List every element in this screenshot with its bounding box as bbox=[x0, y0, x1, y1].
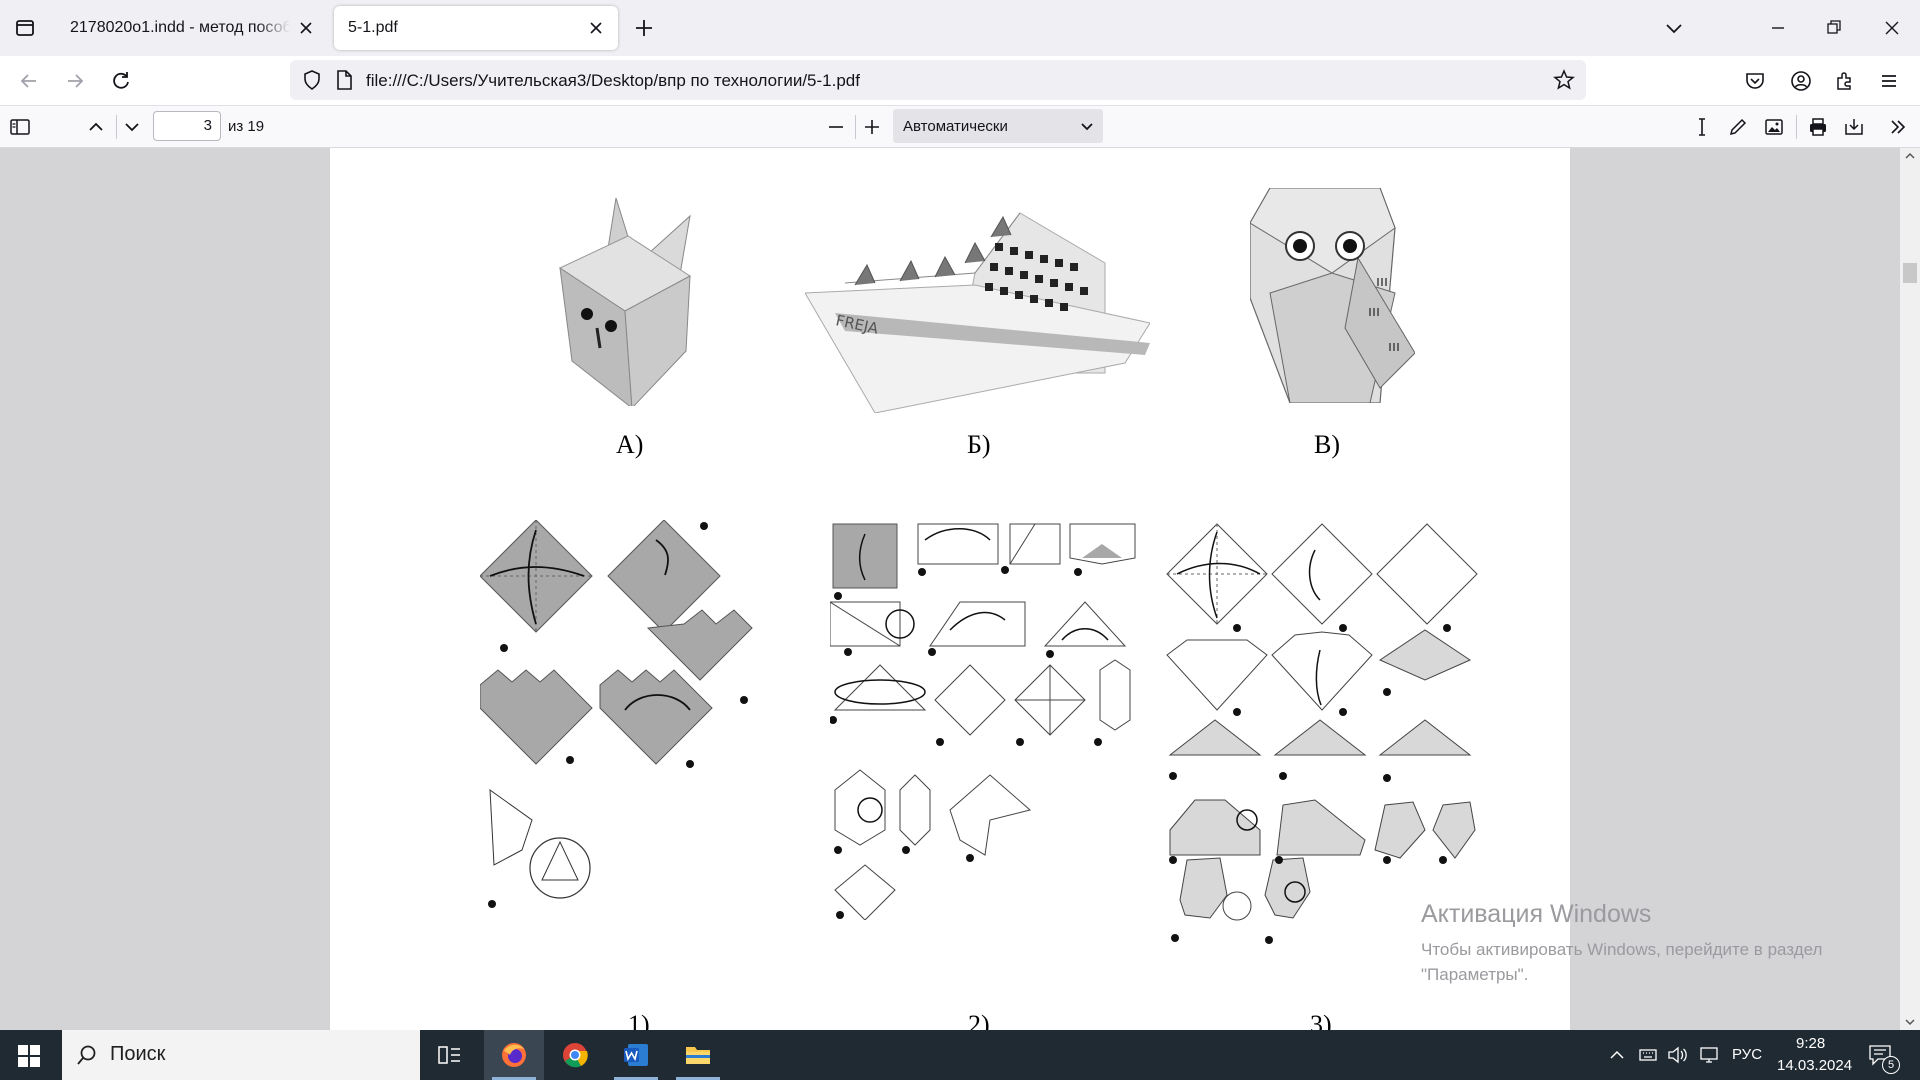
search-icon bbox=[77, 1045, 96, 1065]
tab-list-icon[interactable] bbox=[10, 14, 40, 42]
tab-strip: 2178020o1.indd - метод пособие ? 5-1.pdf bbox=[0, 0, 1920, 56]
more-tools-icon[interactable] bbox=[1886, 115, 1910, 139]
tab-title: 5-1.pdf bbox=[348, 19, 398, 36]
taskbar-explorer[interactable] bbox=[668, 1030, 728, 1080]
shield-icon[interactable] bbox=[300, 68, 324, 92]
account-icon[interactable] bbox=[1788, 68, 1814, 94]
watermark-line2: "Параметры". bbox=[1421, 965, 1529, 984]
chrome-icon bbox=[563, 1043, 588, 1068]
diagram-2-instructions bbox=[830, 523, 1136, 920]
caption-a: А) bbox=[616, 430, 644, 459]
page-count: из 19 bbox=[228, 118, 265, 135]
search-label: Поиск bbox=[110, 1043, 166, 1065]
origami-owl-image bbox=[1250, 188, 1415, 403]
pdf-viewer[interactable]: FREJA А) Б) В) 1) 2) 3) Активация Window… bbox=[0, 148, 1920, 1030]
save-icon[interactable] bbox=[1842, 115, 1866, 139]
taskbar: Поиск РУС 9:28 14.03.2024 5 bbox=[0, 1030, 1920, 1080]
page-icon bbox=[337, 70, 352, 90]
zoom-value: Автоматически bbox=[903, 118, 1008, 135]
taskbar-chrome[interactable] bbox=[545, 1030, 605, 1080]
scroll-up-icon[interactable] bbox=[1904, 150, 1916, 162]
star-icon[interactable] bbox=[1552, 68, 1576, 92]
print-icon[interactable] bbox=[1806, 115, 1830, 139]
vertical-scrollbar[interactable] bbox=[1900, 148, 1920, 1030]
image-icon[interactable] bbox=[1762, 115, 1786, 139]
minimize-icon[interactable] bbox=[1764, 14, 1792, 42]
pdf-toolbar: 3 из 19 Автоматически bbox=[0, 106, 1920, 148]
reload-icon[interactable] bbox=[108, 68, 134, 94]
menu-icon[interactable] bbox=[1876, 68, 1902, 94]
word-icon bbox=[624, 1044, 648, 1066]
clock-date[interactable]: 14.03.2024 bbox=[1777, 1057, 1852, 1074]
origami-rabbit-image bbox=[558, 197, 691, 406]
tab-inactive[interactable]: 2178020o1.indd - метод пособие ? bbox=[56, 6, 328, 50]
new-tab-icon[interactable] bbox=[630, 14, 658, 42]
windows-start-icon[interactable] bbox=[18, 1045, 40, 1067]
folder-icon bbox=[686, 1047, 710, 1064]
divider bbox=[116, 115, 117, 139]
navigation-bar: file:///C:/Users/Учительская3/Desktop/вп… bbox=[0, 56, 1920, 106]
notification-badge: 5 bbox=[1882, 1056, 1900, 1074]
sidebar-toggle-icon[interactable] bbox=[8, 115, 32, 139]
taskbar-firefox[interactable] bbox=[484, 1030, 544, 1080]
zoom-select[interactable]: Автоматически bbox=[893, 109, 1103, 143]
windows-activation-watermark: Активация Windows Чтобы активировать Win… bbox=[1421, 900, 1822, 987]
taskbar-word[interactable] bbox=[606, 1030, 666, 1080]
pdf-page: FREJA А) Б) В) 1) 2) 3) bbox=[330, 148, 1570, 1030]
close-tab-icon[interactable] bbox=[298, 20, 314, 36]
forward-icon[interactable] bbox=[62, 68, 88, 94]
url-text[interactable]: file:///C:/Users/Учительская3/Desktop/вп… bbox=[366, 71, 860, 91]
zoom-out-icon[interactable] bbox=[824, 115, 848, 139]
caption-2: 2) bbox=[968, 1010, 990, 1030]
tab-active[interactable]: 5-1.pdf bbox=[334, 6, 618, 50]
task-view-icon[interactable] bbox=[438, 1044, 462, 1066]
chevron-down-icon[interactable] bbox=[120, 115, 144, 139]
restore-icon[interactable] bbox=[1820, 14, 1848, 42]
caption-3: 3) bbox=[1310, 1010, 1332, 1030]
origami-ship-image: FREJA bbox=[805, 212, 1150, 413]
tab-title: 2178020o1.indd - метод пособие ? bbox=[70, 19, 290, 36]
language-indicator[interactable]: РУС bbox=[1732, 1046, 1762, 1063]
pocket-icon[interactable] bbox=[1742, 68, 1768, 94]
extensions-icon[interactable] bbox=[1832, 68, 1858, 94]
url-bar[interactable]: file:///C:/Users/Учительская3/Desktop/вп… bbox=[290, 60, 1586, 100]
back-icon[interactable] bbox=[16, 68, 42, 94]
chevron-up-icon[interactable] bbox=[1608, 1046, 1626, 1064]
divider bbox=[1796, 115, 1797, 139]
network-icon[interactable] bbox=[1698, 1045, 1720, 1065]
volume-icon[interactable] bbox=[1666, 1045, 1688, 1065]
firefox-icon bbox=[502, 1043, 526, 1067]
scroll-down-icon[interactable] bbox=[1904, 1016, 1916, 1028]
watermark-line1: Чтобы активировать Windows, перейдите в … bbox=[1421, 940, 1823, 959]
chevron-down-icon[interactable] bbox=[1660, 14, 1688, 42]
caption-b: Б) bbox=[967, 430, 991, 459]
diagram-1-instructions bbox=[480, 520, 753, 908]
page-number-input[interactable]: 3 bbox=[153, 111, 221, 141]
chevron-up-icon[interactable] bbox=[84, 115, 108, 139]
zoom-in-icon[interactable] bbox=[860, 115, 884, 139]
taskbar-search[interactable]: Поиск bbox=[62, 1030, 420, 1080]
text-cursor-icon[interactable] bbox=[1690, 115, 1714, 139]
close-tab-icon[interactable] bbox=[588, 20, 604, 36]
scrollbar-thumb[interactable] bbox=[1903, 263, 1917, 283]
caption-v: В) bbox=[1314, 430, 1340, 459]
divider bbox=[855, 115, 856, 139]
caption-1: 1) bbox=[628, 1010, 650, 1030]
watermark-title: Активация Windows bbox=[1421, 900, 1652, 928]
draw-icon[interactable] bbox=[1726, 115, 1750, 139]
chevron-down-icon bbox=[1081, 123, 1093, 131]
keyboard-icon[interactable] bbox=[1638, 1045, 1658, 1065]
close-window-icon[interactable] bbox=[1878, 14, 1906, 42]
clock-time[interactable]: 9:28 bbox=[1796, 1035, 1825, 1052]
